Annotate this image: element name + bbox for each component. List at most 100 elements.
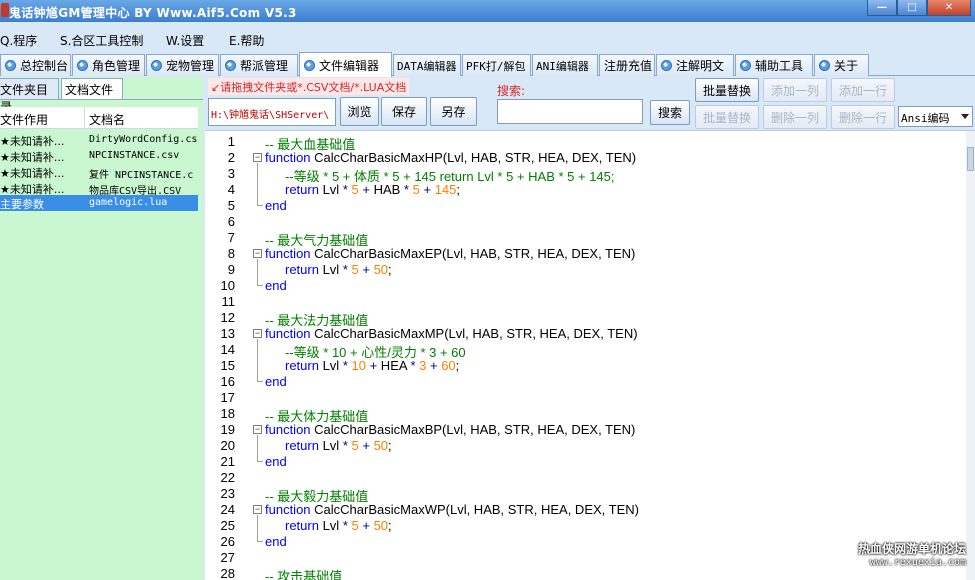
code-line: 17 [205, 390, 965, 406]
menu-settings[interactable]: W.设置 [166, 32, 204, 49]
tab-dot-icon [151, 60, 162, 71]
vertical-scrollbar[interactable] [966, 131, 975, 580]
code-line: 20 return Lvl * 5 + 50; [205, 438, 965, 454]
code-line: 2 − function CalcCharBasicMaxHP(Lvl, HAB, … [205, 150, 965, 166]
column-separator [84, 107, 85, 129]
fold-toggle-icon[interactable]: − [253, 249, 262, 258]
tab-characters[interactable]: 角色管理 [72, 54, 145, 76]
line-number: 7 [227, 230, 235, 245]
tab-dot-icon [225, 60, 236, 71]
delete-column-button[interactable]: 删除一列 [763, 105, 827, 129]
tab-guilds[interactable]: 帮派管理 [220, 54, 298, 76]
line-number: 10 [220, 278, 235, 293]
menu-merge-tools[interactable]: S.合区工具控制 [60, 32, 143, 49]
fold-toggle-icon[interactable]: − [253, 329, 262, 338]
file-path-field[interactable]: H:\钟馗鬼话\SHServer\ [208, 98, 336, 126]
code-line: 19 − function CalcCharBasicMaxBP(Lvl, HAB,… [205, 422, 965, 438]
tab-pets[interactable]: 宠物管理 [146, 54, 219, 76]
fold-guide-line [257, 259, 258, 278]
fold-end-marker [257, 278, 263, 286]
batch-replace-button-disabled[interactable]: 批量替换 [695, 105, 759, 129]
window-controls: — □ ✕ [867, 0, 971, 16]
save-as-button[interactable]: 另存 [430, 97, 477, 126]
menu-program[interactable]: Q.程序 [0, 32, 37, 49]
tab-register-recharge[interactable]: 注册充值 [599, 54, 655, 76]
file-row[interactable]: ★未知请补... DirtyWordConfig.cs [0, 132, 198, 148]
line-number: 9 [227, 262, 235, 277]
tab-console[interactable]: 总控制台 [0, 54, 71, 76]
code-line: 10 end [205, 278, 965, 294]
code-text: function CalcCharBasicMaxEP(Lvl, HAB, ST… [265, 246, 636, 261]
line-number: 23 [220, 486, 235, 501]
code-text: function CalcCharBasicMaxMP(Lvl, HAB, ST… [265, 326, 638, 341]
tab-data-editor[interactable]: DATA编辑器 [393, 54, 461, 76]
code-text: end [265, 534, 287, 549]
file-row[interactable]: ★未知请补... 复件 NPCINSTANCE.c [0, 164, 198, 181]
code-line: 28 -- 攻击基础值 [205, 566, 965, 580]
code-line: 18 -- 最大体力基础值 [205, 406, 965, 424]
line-number: 25 [220, 518, 235, 533]
fold-toggle-icon[interactable]: − [253, 153, 262, 162]
batch-replace-button[interactable]: 批量替换 [695, 78, 759, 102]
code-line: 5 end [205, 198, 965, 214]
main-tabs: 总控制台 角色管理 宠物管理 帮派管理 文件编辑器 DATA编辑器 PFK打/解… [0, 52, 975, 77]
tab-dot-icon [5, 60, 16, 71]
code-text: end [265, 374, 287, 389]
file-browser-panel: 文件夹目录 文档文件 文件作用 文档名 ★未知请补...DirtyWordCon… [0, 77, 203, 580]
code-line: 14 --等级 * 10 + 心性/灵力 * 3 + 60 [205, 342, 965, 360]
delete-row-button[interactable]: 删除一行 [831, 105, 895, 129]
browse-button[interactable]: 浏览 [340, 97, 379, 126]
tab-folder-directory[interactable]: 文件夹目录 [0, 78, 59, 114]
column-purpose[interactable]: 文件作用 [0, 111, 48, 128]
add-column-button[interactable]: 添加一列 [763, 78, 827, 102]
column-filename[interactable]: 文档名 [89, 111, 125, 128]
tab-file-editor[interactable]: 文件编辑器 [299, 52, 392, 77]
chevron-down-icon[interactable] [961, 114, 969, 119]
code-line: 23 -- 最大毅力基础值 [205, 486, 965, 504]
code-line: 13 − function CalcCharBasicMaxMP(Lvl, HAB,… [205, 326, 965, 342]
line-number: 4 [227, 182, 235, 197]
line-number: 26 [220, 534, 235, 549]
title-bar: 鬼话钟馗GM管理中心 BY Www.Aif5.Com V5.3 — □ ✕ [0, 0, 975, 22]
tab-tools[interactable]: 辅助工具 [735, 54, 813, 76]
tab-dot-icon [77, 60, 88, 71]
tab-dot-icon [304, 59, 315, 71]
add-row-button[interactable]: 添加一行 [831, 78, 895, 102]
file-row[interactable]: ★未知请补... NPCINSTANCE.csv [0, 148, 198, 164]
save-button[interactable]: 保存 [381, 97, 427, 126]
fold-guide-line [257, 435, 258, 454]
code-text: return Lvl * 10 + HEA * 3 + 60; [285, 358, 460, 373]
code-line: 11 [205, 294, 965, 310]
search-input[interactable] [497, 99, 643, 124]
line-number: 12 [220, 310, 235, 325]
tab-pfk-pack[interactable]: PFK打/解包 [462, 54, 531, 76]
encoding-select[interactable]: Ansi编码 [898, 106, 973, 127]
code-editor[interactable]: 1 -- 最大血基础值 2− function CalcCharBasicMaxHP(… [205, 130, 975, 580]
code-line: 9 return Lvl * 5 + 50; [205, 262, 965, 278]
line-number: 1 [227, 134, 235, 149]
tab-annotations[interactable]: 注解明文 [656, 54, 734, 76]
code-line: 26 end [205, 534, 965, 550]
menu-help[interactable]: E.帮助 [229, 32, 264, 49]
minimize-button[interactable]: — [867, 0, 897, 16]
search-button[interactable]: 搜索 [650, 100, 690, 125]
close-button[interactable]: ✕ [927, 0, 971, 16]
code-line: 21 end [205, 454, 965, 470]
tab-ani-editor[interactable]: ANI编辑器 [532, 54, 598, 76]
file-row-selected[interactable]: 主要参数 gamelogic.lua [0, 195, 198, 211]
fold-toggle-icon[interactable]: − [253, 425, 262, 434]
scrollbar-thumb[interactable] [967, 147, 974, 171]
tab-about[interactable]: 关于 [814, 54, 869, 76]
drag-drop-hint: ↙请拖拽文件夹或*.CSV文档/*.LUA文档 [208, 78, 410, 95]
maximize-button[interactable]: □ [897, 0, 927, 16]
line-number: 24 [220, 502, 235, 517]
code-line: 7 -- 最大气力基础值 [205, 230, 965, 248]
code-text: end [265, 198, 287, 213]
tab-document-files[interactable]: 文档文件 [61, 78, 123, 99]
fold-end-marker [257, 534, 263, 542]
code-text: function CalcCharBasicMaxHP(Lvl, HAB, ST… [265, 150, 637, 165]
file-row[interactable]: ★未知请补... 物品库CSV导出.CSV [0, 180, 198, 197]
line-number: 21 [220, 454, 235, 469]
fold-toggle-icon[interactable]: − [253, 505, 262, 514]
menu-bar: Q.程序 S.合区工具控制 W.设置 E.帮助 [0, 28, 975, 50]
